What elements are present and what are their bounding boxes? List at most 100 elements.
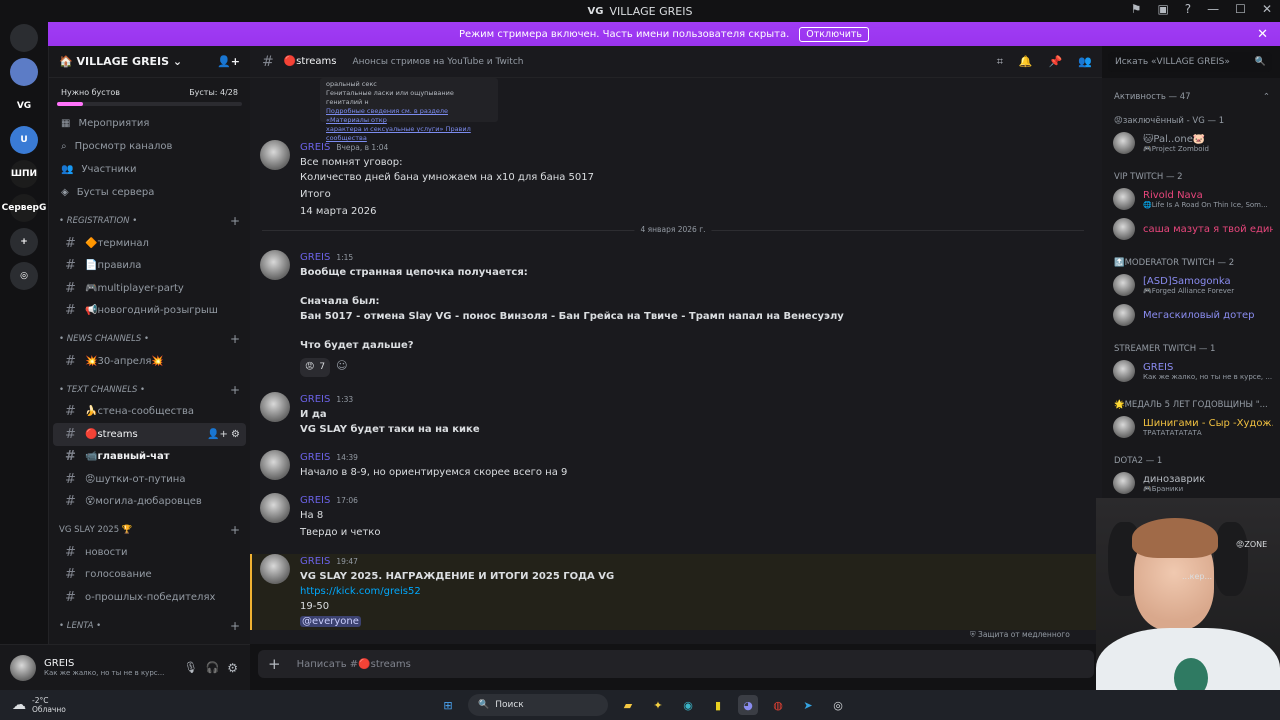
- channel-category[interactable]: • NEWS CHANNELS • +: [49, 328, 250, 350]
- message-author[interactable]: GREIS: [300, 493, 330, 508]
- add-channel-icon[interactable]: +: [230, 332, 240, 346]
- headphones-icon[interactable]: 🎧: [206, 661, 220, 674]
- message-link[interactable]: https://kick.com/greis52: [300, 584, 614, 599]
- close-window-button[interactable]: ✕: [1262, 2, 1272, 16]
- close-icon[interactable]: ✕: [1257, 27, 1268, 42]
- channel-item[interactable]: # новости: [53, 541, 246, 564]
- pin-icon[interactable]: 📌: [1049, 55, 1063, 69]
- avatar-server-icon[interactable]: [10, 58, 38, 86]
- bell-icon[interactable]: 🔔: [1019, 55, 1033, 69]
- start-icon[interactable]: ⊞: [438, 695, 458, 715]
- app-icon[interactable]: ✦: [648, 695, 668, 715]
- add-channel-icon[interactable]: +: [230, 523, 240, 537]
- search-input[interactable]: Искать «VILLAGE GREIS» 🔍: [1108, 52, 1272, 72]
- add-server-icon[interactable]: +: [10, 228, 38, 256]
- threads-icon[interactable]: ⌗: [997, 55, 1003, 69]
- mention[interactable]: @everyone: [300, 616, 361, 627]
- nav-item[interactable]: 👥 Участники: [49, 158, 250, 181]
- message-author[interactable]: GREIS: [300, 554, 330, 569]
- channel-item[interactable]: # 🔴streams 👤+ ⚙: [53, 423, 246, 446]
- screen-icon[interactable]: ▣: [1157, 2, 1168, 16]
- message-time: 19:47: [336, 557, 358, 566]
- channel-category[interactable]: • REGISTRATION • +: [49, 210, 250, 232]
- channel-item[interactable]: # 🍌стена-сообщества: [53, 401, 246, 424]
- channel-category[interactable]: • LENTA • +: [49, 615, 250, 637]
- members-list-icon[interactable]: 👥: [1078, 55, 1092, 69]
- settings-icon[interactable]: ⚙: [227, 661, 238, 675]
- inbox-icon[interactable]: ⚑: [1131, 2, 1142, 16]
- avatar[interactable]: [10, 654, 36, 681]
- mic-icon[interactable]: 🎙: [184, 661, 198, 674]
- vg-server-icon[interactable]: VG: [10, 92, 38, 120]
- avatar[interactable]: [260, 554, 290, 584]
- nav-item[interactable]: ⌕ Просмотр каналов: [49, 135, 250, 158]
- add-reaction-icon[interactable]: ☺: [336, 358, 347, 377]
- chevron-up-icon[interactable]: ⌃: [1263, 92, 1270, 102]
- message-text: VG SLAY 2025. НАГРАЖДЕНИЕ И ИТОГИ 2025 Г…: [300, 571, 615, 582]
- add-channel-icon[interactable]: +: [230, 619, 240, 633]
- channel-category[interactable]: • TEXT CHANNELS • +: [49, 379, 250, 401]
- channel-item[interactable]: # голосование: [53, 564, 246, 587]
- channel-item[interactable]: # 😡шутки-от-путина: [53, 468, 246, 491]
- telegram-icon[interactable]: ➤: [798, 695, 818, 715]
- discover-icon[interactable]: ◎: [10, 262, 38, 290]
- avatar[interactable]: [260, 250, 290, 280]
- nav-item[interactable]: ◈ Бусты сервера: [49, 181, 250, 204]
- channel-item[interactable]: # 😵могила-дюбаровцев: [53, 491, 246, 514]
- message-author[interactable]: GREIS: [300, 392, 330, 407]
- attach-icon[interactable]: +: [268, 655, 281, 673]
- channel-settings-icon[interactable]: 👤+ ⚙: [207, 429, 240, 440]
- avatar[interactable]: [260, 392, 290, 422]
- member-group-header: 🔝MODERATOR TWITCH — 2: [1114, 258, 1235, 268]
- member-item[interactable]: Мегаскиловый дотер: [1102, 300, 1280, 330]
- app-icon[interactable]: ◎: [828, 695, 848, 715]
- message-composer[interactable]: + Написать #🔴streams: [258, 650, 1094, 678]
- member-item[interactable]: GREIS Как же жалко, но ты не в курсе, ...: [1102, 356, 1280, 386]
- add-channel-icon[interactable]: +: [230, 383, 240, 397]
- avatar[interactable]: [260, 140, 290, 170]
- nav-item[interactable]: ▦ Мероприятия: [49, 112, 250, 135]
- chrome-icon[interactable]: ◍: [768, 695, 788, 715]
- boost-progress[interactable]: Нужно бустов Бусты: 4/28: [57, 84, 242, 100]
- channel-item[interactable]: # 📢новогодний-розыгрыш: [53, 300, 246, 323]
- text-server-icon[interactable]: ШПИ: [10, 160, 38, 188]
- reaction[interactable]: 😡 7: [300, 358, 331, 377]
- channel-item[interactable]: # о-прошлых-победителях: [53, 586, 246, 609]
- maximize-button[interactable]: ☐: [1235, 2, 1246, 16]
- embed-link[interactable]: Подробные сведения см. в разделе «Матери…: [326, 107, 492, 125]
- minimize-button[interactable]: —: [1207, 2, 1219, 16]
- message-author[interactable]: GREIS: [300, 140, 330, 155]
- edge-icon[interactable]: ◉: [678, 695, 698, 715]
- taskbar-search[interactable]: 🔍 Поиск: [468, 694, 608, 716]
- member-item[interactable]: динозаврик 🎮Браники: [1102, 468, 1280, 498]
- invite-icon[interactable]: 👤+: [217, 55, 240, 68]
- channel-item[interactable]: # 📄правила: [53, 255, 246, 278]
- channel-item[interactable]: # 🎮multiplayer-party: [53, 277, 246, 300]
- member-activity: 🌐Life Is A Road On Thin Ice, Som...: [1143, 200, 1268, 209]
- member-item[interactable]: саша мазута я твой един...: [1102, 214, 1280, 244]
- avatar[interactable]: [260, 450, 290, 480]
- member-item[interactable]: 🐱Pal..one🐷 🎮Project Zomboid: [1102, 128, 1280, 158]
- channel-category[interactable]: VG SLAY 2025 🏆 +: [49, 519, 250, 541]
- add-channel-icon[interactable]: +: [230, 214, 240, 228]
- member-item[interactable]: Rivold Nava 🌐Life Is A Road On Thin Ice, …: [1102, 184, 1280, 214]
- disable-streamer-mode-button[interactable]: Отключить: [799, 26, 870, 42]
- guild-header[interactable]: 🏠 VILLAGE GREIS ⌄ 👤+: [49, 46, 250, 78]
- calendar-icon: ▦: [61, 118, 71, 129]
- avatar[interactable]: [260, 493, 290, 523]
- channel-topic[interactable]: Анонсы стримов на YouTube и Twitch: [352, 57, 523, 67]
- text-server-icon[interactable]: СерверG: [2, 194, 46, 222]
- message-author[interactable]: GREIS: [300, 250, 330, 265]
- channel-item[interactable]: # 🔶терминал: [53, 232, 246, 255]
- discord-icon[interactable]: [10, 24, 38, 52]
- u-server-icon[interactable]: U: [10, 126, 38, 154]
- help-icon[interactable]: ?: [1185, 2, 1191, 16]
- folder-icon[interactable]: ▰: [618, 695, 638, 715]
- app-icon[interactable]: ▮: [708, 695, 728, 715]
- discord-taskbar-icon[interactable]: ◕: [738, 695, 758, 715]
- message-author[interactable]: GREIS: [300, 450, 330, 465]
- member-item[interactable]: [ASD]Samogonka 🎮Forged Alliance Forever: [1102, 270, 1280, 300]
- channel-item[interactable]: # 💥30-апреля💥: [53, 350, 246, 373]
- member-item[interactable]: Шинигами - Сыр -Худож... ТРАТАТАТАТАТА: [1102, 412, 1280, 442]
- channel-item[interactable]: # 📹главный-чат: [53, 446, 246, 469]
